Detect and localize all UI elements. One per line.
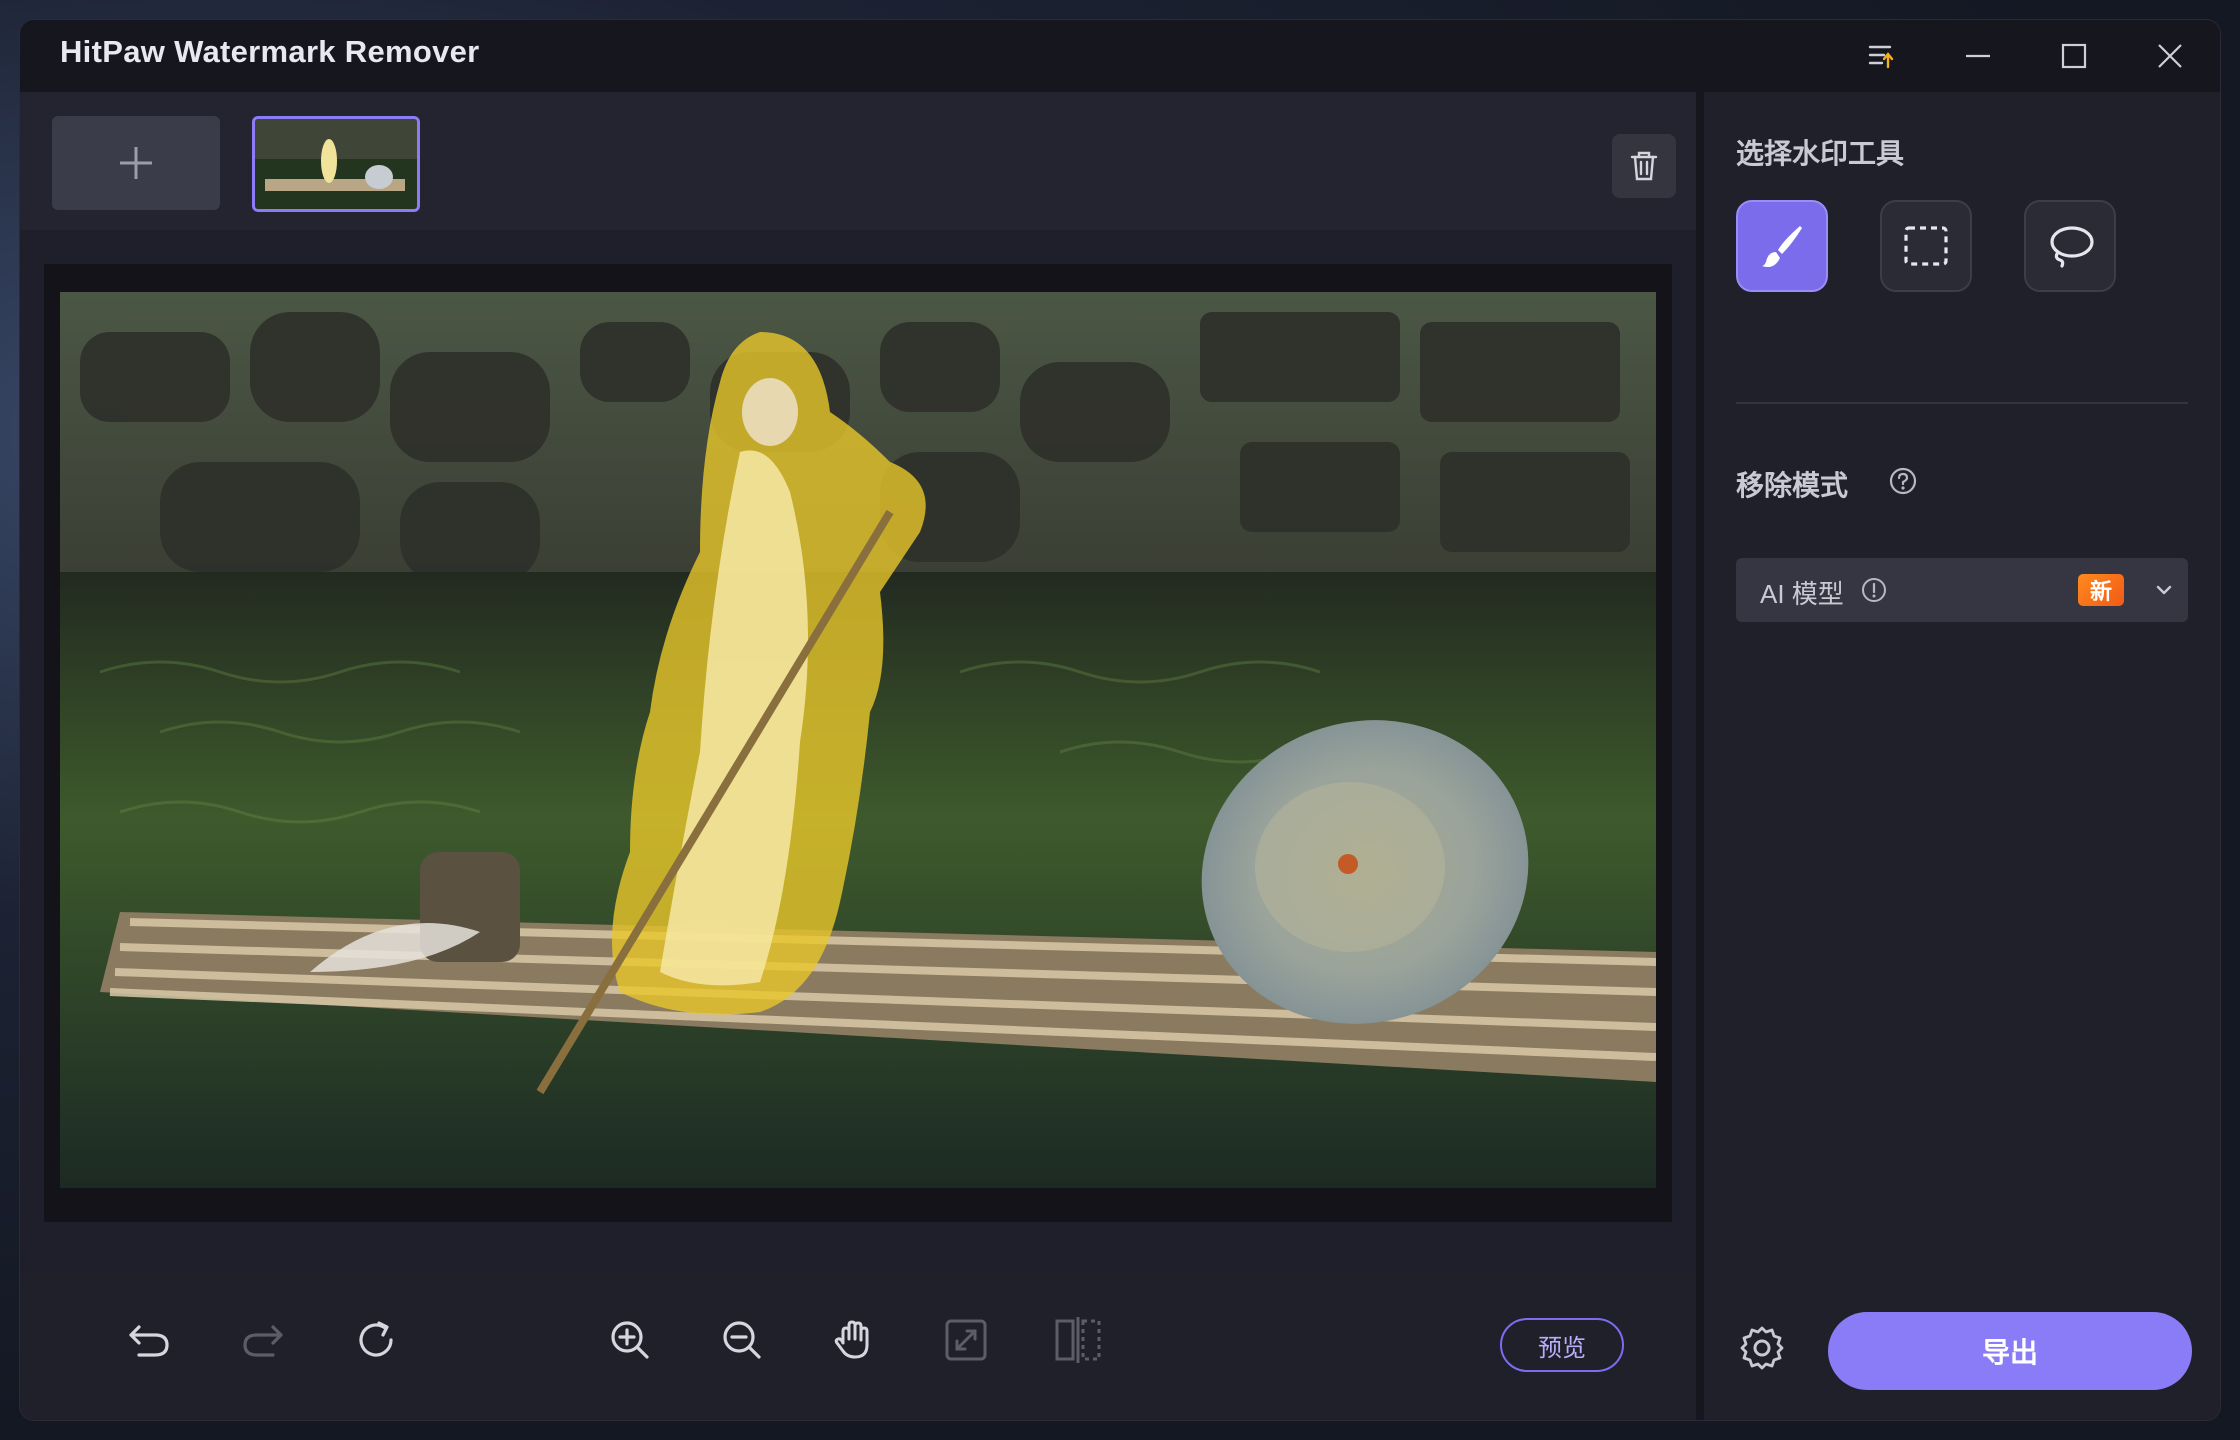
redo-icon (230, 1308, 294, 1372)
app-window: HitPaw Watermark Remover 预览 选择水印工具 移除模式 … (20, 20, 2220, 1420)
info-icon[interactable] (1860, 576, 1888, 604)
image-thumbnail[interactable] (252, 116, 420, 212)
compare-icon (1046, 1308, 1110, 1372)
preview-button[interactable]: 预览 (1500, 1318, 1624, 1372)
new-badge: 新 (2078, 574, 2124, 606)
reset-icon[interactable] (344, 1308, 408, 1372)
lasso-tool-button[interactable] (2024, 200, 2116, 292)
thumbnail-image (255, 119, 417, 209)
thumbnail-strip (20, 92, 1696, 230)
canvas-area[interactable] (44, 264, 1672, 1222)
settings-panel: 选择水印工具 移除模式 AI 模型 新 导出 (1704, 92, 2220, 1420)
image-canvas[interactable] (60, 292, 1656, 1188)
zoom-in-icon[interactable] (598, 1308, 662, 1372)
mode-title: 移除模式 (1736, 470, 1849, 501)
hand-icon[interactable] (822, 1308, 886, 1372)
app-title: HitPaw Watermark Remover (60, 34, 480, 69)
menu-icon[interactable] (1862, 36, 1902, 76)
export-button[interactable]: 导出 (1828, 1312, 2192, 1390)
mode-select-value: AI 模型 (1760, 579, 1844, 609)
add-image-button[interactable] (52, 116, 220, 210)
lasso-icon (2050, 226, 2094, 268)
section-divider (1736, 402, 2188, 404)
rectangle-select-icon (1904, 226, 1948, 266)
plus-icon (120, 147, 152, 179)
title-bar: HitPaw Watermark Remover (20, 20, 2220, 92)
tools-title: 选择水印工具 (1736, 138, 1905, 169)
brush-tool-button[interactable] (1736, 200, 1828, 292)
settings-gear-icon[interactable] (1736, 1322, 1788, 1374)
delete-button[interactable] (1612, 134, 1676, 198)
workspace: 预览 (20, 92, 1696, 1420)
rectangle-tool-button[interactable] (1880, 200, 1972, 292)
removal-mode-select[interactable]: AI 模型 新 (1736, 558, 2188, 622)
close-icon[interactable] (2150, 36, 2190, 76)
fit-screen-icon (934, 1308, 998, 1372)
trash-icon (1630, 151, 1658, 181)
chevron-down-icon[interactable] (2150, 576, 2178, 604)
bottom-toolbar: 预览 (20, 1272, 1696, 1420)
help-icon[interactable] (1888, 466, 1918, 496)
edited-photo (60, 292, 1656, 1188)
undo-icon[interactable] (118, 1308, 182, 1372)
minimize-icon[interactable] (1958, 36, 1998, 76)
maximize-icon[interactable] (2054, 36, 2094, 76)
panel-divider (1696, 92, 1704, 1420)
zoom-out-icon[interactable] (710, 1308, 774, 1372)
brush-icon (1762, 226, 1802, 267)
